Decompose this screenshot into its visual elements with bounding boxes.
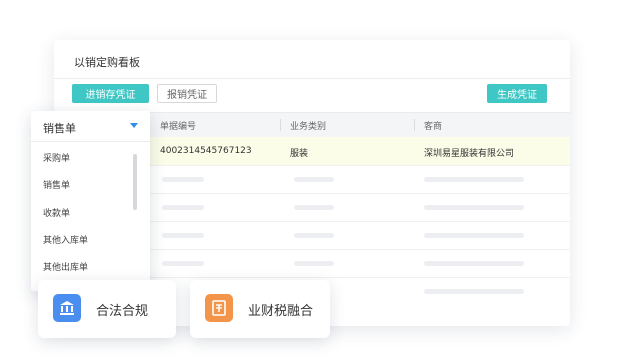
skeleton-bar: [424, 177, 524, 182]
col-partner: 客商: [424, 122, 443, 132]
skeleton-bar: [294, 205, 334, 210]
option-purchase[interactable]: 采购单: [43, 151, 70, 164]
expense-voucher-button[interactable]: 报销凭证: [157, 84, 217, 103]
option-sales[interactable]: 销售单: [43, 178, 70, 191]
cell-doc-no: 4002314545767123: [160, 146, 252, 156]
col-category: 业务类别: [290, 122, 327, 132]
col-doc-no: 单据编号: [160, 122, 197, 132]
card-compliance: 合法合规: [38, 280, 176, 338]
panel-title: 以销定购看板: [74, 56, 140, 69]
card-integration: 业财税融合: [190, 280, 330, 338]
skeleton-bar: [294, 233, 334, 238]
title-divider: [54, 78, 570, 79]
col-separator: [280, 119, 281, 131]
ledger-icon: [205, 294, 233, 322]
skeleton-bar: [162, 261, 204, 266]
stock-voucher-button[interactable]: 进销存凭证: [72, 84, 149, 103]
card-label: 合法合规: [96, 304, 149, 319]
option-other-in[interactable]: 其他入库单: [43, 233, 88, 246]
generate-voucher-button[interactable]: 生成凭证: [487, 84, 547, 103]
cell-category: 服装: [290, 149, 309, 159]
doc-type-dropdown[interactable]: 销售单 采购单 销售单 收款单 其他入库单 其他出库单: [31, 111, 150, 291]
skeleton-bar: [424, 233, 524, 238]
skeleton-bar: [162, 233, 204, 238]
option-other-out[interactable]: 其他出库单: [43, 260, 88, 273]
col-separator: [414, 119, 415, 131]
skeleton-bar: [162, 205, 204, 210]
dropdown-scrollbar[interactable]: [133, 154, 137, 210]
skeleton-bar: [162, 177, 204, 182]
cell-partner: 深圳易星服装有限公司: [424, 149, 515, 159]
option-receipt[interactable]: 收款单: [43, 206, 70, 219]
skeleton-bar: [294, 261, 334, 266]
skeleton-bar: [424, 261, 524, 266]
card-label: 业财税融合: [248, 304, 314, 319]
dropdown-header[interactable]: 销售单: [31, 111, 150, 142]
dropdown-selected: 销售单: [43, 122, 76, 135]
skeleton-bar: [294, 177, 334, 182]
caret-down-icon[interactable]: [130, 123, 138, 128]
skeleton-bar: [424, 289, 524, 294]
skeleton-bar: [424, 205, 524, 210]
bank-icon: [53, 294, 81, 322]
